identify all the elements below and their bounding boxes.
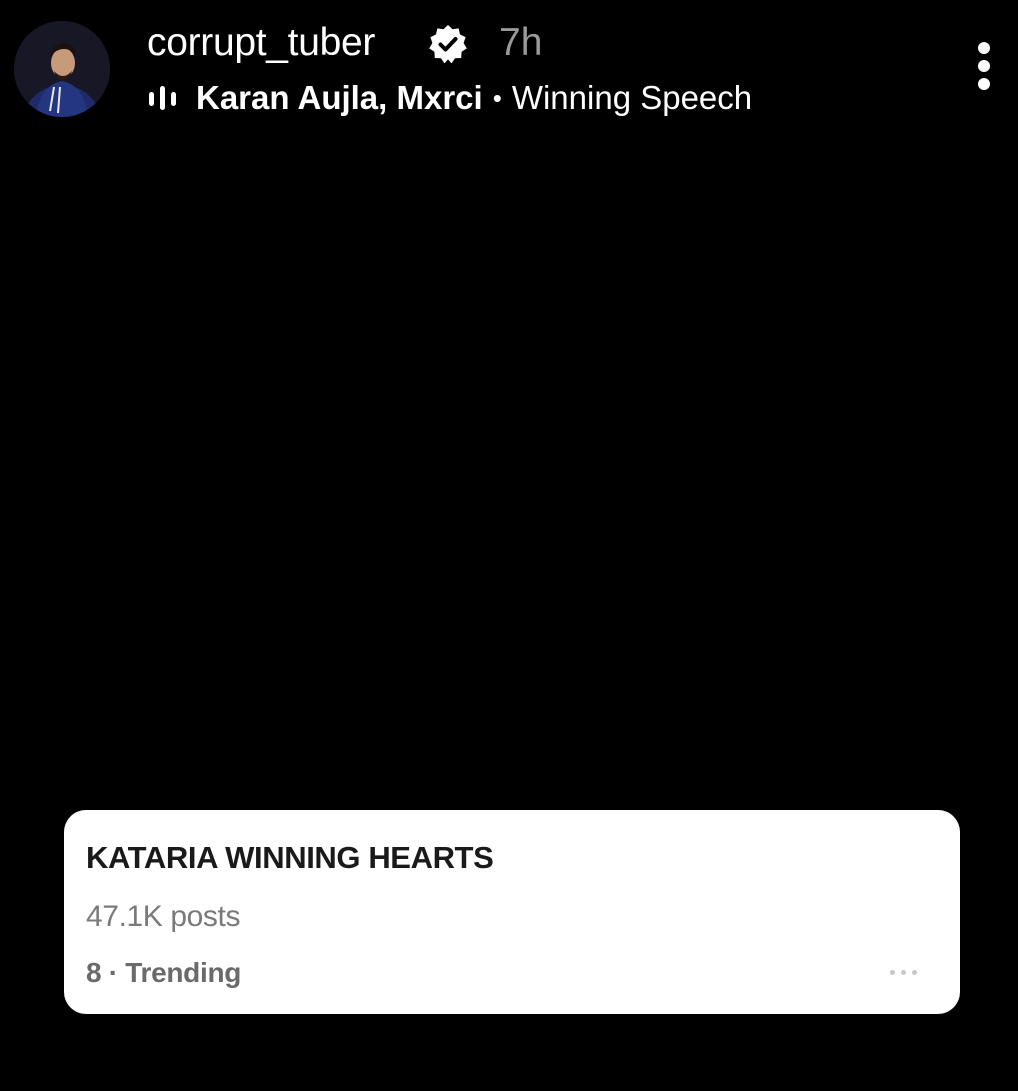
horizontal-ellipsis-dot	[912, 970, 917, 975]
trend-rank: 8 · Trending	[86, 957, 242, 988]
story-viewer: corrupt_tuber 7h Karan Aujla, Mxrci • Wi…	[0, 0, 1018, 1091]
music-separator: •	[492, 82, 502, 113]
audio-bars-icon	[149, 86, 176, 110]
vertical-ellipsis-dot	[978, 78, 990, 90]
music-attribution[interactable]: Karan Aujla, Mxrci • Winning Speech	[148, 76, 752, 120]
post-time: 7h	[499, 21, 543, 64]
music-song-title: Winning Speech	[511, 79, 753, 116]
vertical-ellipsis-dot	[978, 60, 990, 72]
verified-badge-icon	[429, 25, 467, 64]
username[interactable]: corrupt_tuber	[147, 18, 375, 68]
more-options-button[interactable]	[968, 38, 1004, 94]
music-artists: Karan Aujla, Mxrci	[196, 79, 483, 116]
card-more-button[interactable]	[886, 962, 922, 982]
vertical-ellipsis-icon	[978, 42, 990, 54]
trend-title: KATARIA WINNING HEARTS	[86, 840, 494, 875]
trend-post-count: 47.1K posts	[86, 900, 241, 933]
trending-topic-card[interactable]: KATARIA WINNING HEARTS 47.1K posts 8 · T…	[64, 810, 960, 1014]
horizontal-ellipsis-icon	[890, 970, 895, 975]
avatar[interactable]	[14, 21, 110, 117]
horizontal-ellipsis-dot	[901, 970, 906, 975]
avatar-image	[14, 21, 110, 117]
